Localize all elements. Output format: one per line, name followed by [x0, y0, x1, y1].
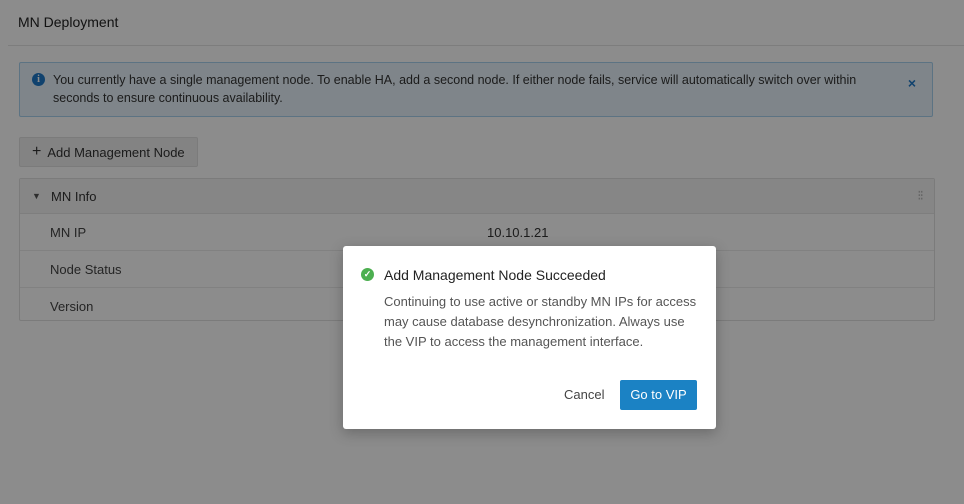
dialog-message: Continuing to use active or standby MN I…	[384, 294, 697, 349]
go-to-vip-button[interactable]: Go to VIP	[620, 380, 697, 410]
dialog-title: Add Management Node Succeeded	[384, 267, 606, 283]
success-dialog: ✓ Add Management Node Succeeded Continui…	[343, 246, 716, 429]
cancel-button[interactable]: Cancel	[564, 387, 604, 402]
check-circle-icon: ✓	[361, 268, 374, 281]
